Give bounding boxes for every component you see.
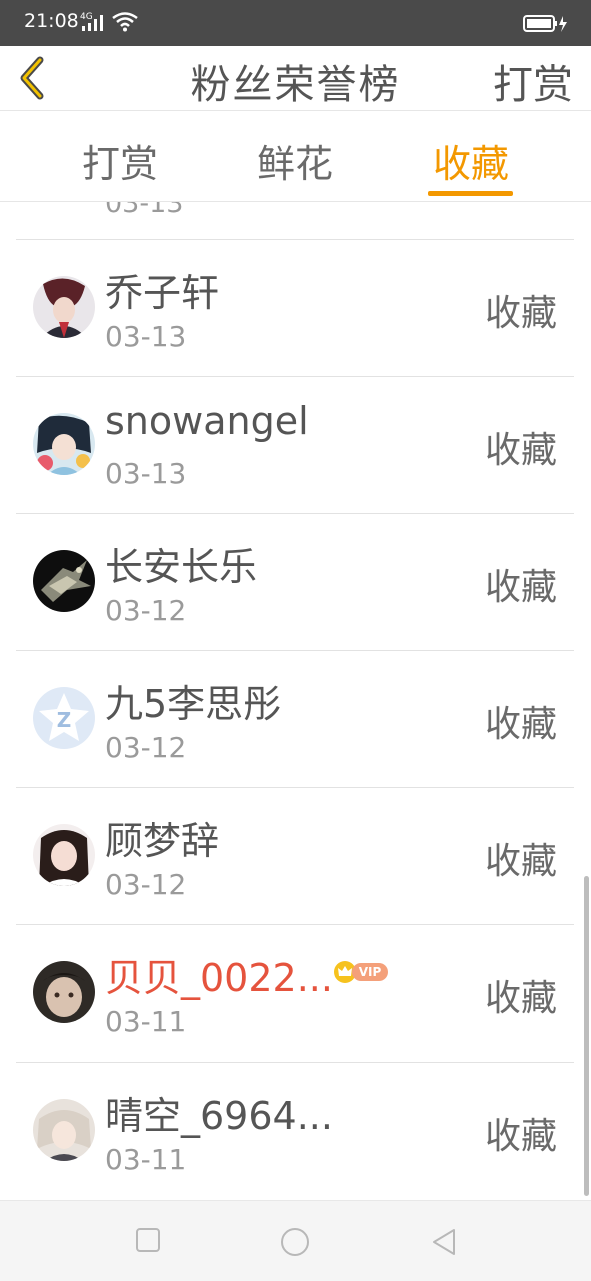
action-label: 收藏 bbox=[484, 293, 557, 334]
system-nav-bar bbox=[0, 1200, 591, 1281]
action-label: 收藏 bbox=[484, 567, 557, 608]
item-date: 03-12 bbox=[105, 868, 187, 901]
list-item[interactable]: 顾梦辞 03-12 收藏 bbox=[0, 788, 591, 924]
avatar[interactable] bbox=[33, 1099, 95, 1161]
tab-favorites[interactable]: 收藏 bbox=[411, 133, 531, 188]
reward-button[interactable]: 打赏 bbox=[493, 52, 573, 110]
vip-badge: VIP bbox=[334, 961, 388, 983]
item-date: 03-11 bbox=[105, 1143, 187, 1176]
list-item[interactable]: 贝贝_0022... VIP 03-11 收藏 bbox=[0, 925, 591, 1063]
app-header: 粉丝荣誉榜 打赏 bbox=[0, 46, 591, 111]
item-date: 03-12 bbox=[105, 731, 187, 764]
list-item[interactable]: 长安长乐 03-12 收藏 bbox=[0, 514, 591, 650]
triangle-back-icon[interactable] bbox=[430, 1227, 458, 1261]
list-item[interactable]: Z 九5李思彤 03-12 收藏 bbox=[0, 651, 591, 787]
status-time: 21:08 bbox=[24, 10, 79, 32]
vip-label: VIP bbox=[352, 963, 388, 981]
action-label: 收藏 bbox=[484, 430, 557, 471]
list-item[interactable]: 晴空_6964... 03-11 收藏 bbox=[0, 1063, 591, 1199]
item-date: 03-12 bbox=[105, 594, 187, 627]
svg-text:Z: Z bbox=[57, 708, 72, 732]
avatar[interactable] bbox=[33, 961, 95, 1023]
avatar[interactable] bbox=[33, 824, 95, 886]
item-date: 03-13 bbox=[105, 320, 187, 353]
action-label: 收藏 bbox=[484, 978, 557, 1019]
user-name: 乔子轩 bbox=[105, 271, 220, 315]
user-name: 长安长乐 bbox=[105, 545, 258, 589]
network-type-label: 4G bbox=[80, 12, 93, 22]
avatar[interactable] bbox=[33, 276, 95, 338]
list-item[interactable]: 乔子轩 03-13 收藏 bbox=[0, 240, 591, 376]
user-name: snowangel bbox=[105, 399, 309, 443]
square-icon[interactable] bbox=[135, 1227, 161, 1257]
user-name: 晴空_6964... bbox=[105, 1094, 333, 1138]
fan-list[interactable]: 03-13 乔子轩 03-13 收藏 snowangel 03-13 收藏 长安… bbox=[0, 202, 591, 1199]
battery-icon bbox=[523, 14, 569, 38]
tab-bar: 打赏 鲜花 收藏 bbox=[0, 111, 591, 202]
partial-item-date: 03-13 bbox=[105, 202, 184, 219]
action-label: 收藏 bbox=[484, 704, 557, 745]
active-tab-indicator bbox=[428, 191, 513, 196]
action-label: 收藏 bbox=[484, 1116, 557, 1157]
circle-icon[interactable] bbox=[279, 1227, 311, 1261]
avatar[interactable] bbox=[33, 550, 95, 612]
wifi-icon bbox=[112, 12, 138, 36]
user-name: 九5李思彤 bbox=[105, 682, 282, 726]
status-bar: 21:08 4G bbox=[0, 0, 591, 46]
list-item[interactable]: snowangel 03-13 收藏 bbox=[0, 377, 591, 513]
avatar[interactable] bbox=[33, 413, 95, 475]
tab-flowers[interactable]: 鲜花 bbox=[235, 133, 355, 188]
signal-icon: 4G bbox=[80, 9, 110, 33]
item-date: 03-11 bbox=[105, 1005, 187, 1038]
item-date: 03-13 bbox=[105, 457, 187, 490]
user-name: 顾梦辞 bbox=[105, 819, 220, 863]
scrollbar[interactable] bbox=[584, 876, 589, 1196]
tab-reward[interactable]: 打赏 bbox=[60, 133, 180, 188]
user-name: 贝贝_0022... bbox=[105, 956, 333, 1000]
avatar[interactable]: Z bbox=[33, 687, 95, 749]
action-label: 收藏 bbox=[484, 841, 557, 882]
